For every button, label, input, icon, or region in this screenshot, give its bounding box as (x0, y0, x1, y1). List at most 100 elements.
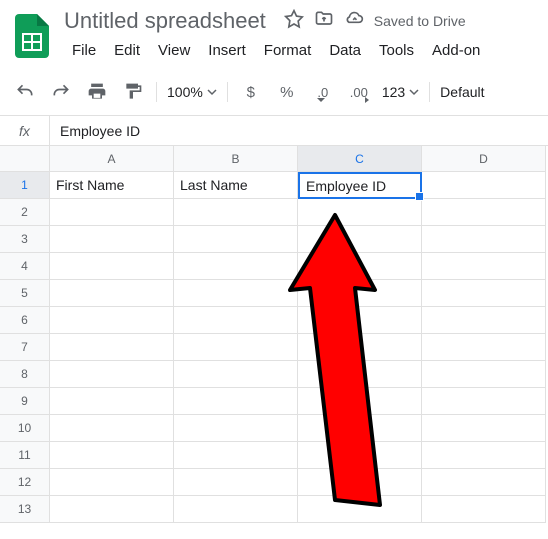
cell-C9[interactable] (298, 388, 422, 415)
row-header-12[interactable]: 12 (0, 469, 50, 496)
cell-D8[interactable] (422, 361, 546, 388)
row-7: 7 (0, 334, 548, 361)
cell-A2[interactable] (50, 199, 174, 226)
menu-data[interactable]: Data (321, 38, 369, 63)
row-header-3[interactable]: 3 (0, 226, 50, 253)
cell-A5[interactable] (50, 280, 174, 307)
row-header-8[interactable]: 8 (0, 361, 50, 388)
column-header-C[interactable]: C (298, 146, 422, 172)
cell-C5[interactable] (298, 280, 422, 307)
cell-C2[interactable] (298, 199, 422, 226)
cell-D7[interactable] (422, 334, 546, 361)
menu-insert[interactable]: Insert (200, 38, 254, 63)
cell-C13[interactable] (298, 496, 422, 523)
cell-C11[interactable] (298, 442, 422, 469)
move-icon[interactable] (314, 9, 334, 34)
cell-B7[interactable] (174, 334, 298, 361)
cell-A1[interactable]: First Name (50, 172, 174, 199)
row-header-10[interactable]: 10 (0, 415, 50, 442)
font-select[interactable]: Default (440, 84, 484, 100)
decrease-decimal-button[interactable]: .0 (310, 79, 336, 105)
cell-C10[interactable] (298, 415, 422, 442)
cell-A9[interactable] (50, 388, 174, 415)
cell-D1[interactable] (422, 172, 546, 199)
cell-D4[interactable] (422, 253, 546, 280)
cell-D12[interactable] (422, 469, 546, 496)
cell-D3[interactable] (422, 226, 546, 253)
cell-A3[interactable] (50, 226, 174, 253)
paint-format-icon[interactable] (120, 79, 146, 105)
menu-tools[interactable]: Tools (371, 38, 422, 63)
cell-B1[interactable]: Last Name (174, 172, 298, 199)
doc-title[interactable]: Untitled spreadsheet (64, 8, 266, 34)
formula-input[interactable]: Employee ID (50, 123, 548, 139)
row-header-2[interactable]: 2 (0, 199, 50, 226)
cell-B13[interactable] (174, 496, 298, 523)
column-header-A[interactable]: A (50, 146, 174, 172)
menu-addons[interactable]: Add-on (424, 38, 488, 63)
number-format-select[interactable]: 123 (382, 84, 419, 100)
menu-file[interactable]: File (64, 38, 104, 63)
menu-view[interactable]: View (150, 38, 198, 63)
cell-C1[interactable]: Employee ID (298, 172, 422, 199)
cell-B5[interactable] (174, 280, 298, 307)
doc-info: Untitled spreadsheet Saved to Drive File (64, 8, 536, 63)
cell-B12[interactable] (174, 469, 298, 496)
cell-A8[interactable] (50, 361, 174, 388)
percent-button[interactable]: % (274, 79, 300, 105)
currency-button[interactable]: $ (238, 79, 264, 105)
cell-C4[interactable] (298, 253, 422, 280)
cell-D13[interactable] (422, 496, 546, 523)
cell-D5[interactable] (422, 280, 546, 307)
cell-A13[interactable] (50, 496, 174, 523)
cell-A11[interactable] (50, 442, 174, 469)
redo-icon[interactable] (48, 79, 74, 105)
cell-C3[interactable] (298, 226, 422, 253)
column-header-D[interactable]: D (422, 146, 546, 172)
row-header-6[interactable]: 6 (0, 307, 50, 334)
cloud-icon[interactable] (344, 9, 364, 34)
row-header-5[interactable]: 5 (0, 280, 50, 307)
select-all-corner[interactable] (0, 146, 50, 172)
row-header-11[interactable]: 11 (0, 442, 50, 469)
zoom-value: 100% (167, 84, 203, 100)
cell-B3[interactable] (174, 226, 298, 253)
cell-D11[interactable] (422, 442, 546, 469)
cell-D10[interactable] (422, 415, 546, 442)
cell-C12[interactable] (298, 469, 422, 496)
cell-D6[interactable] (422, 307, 546, 334)
cell-B11[interactable] (174, 442, 298, 469)
cell-C6[interactable] (298, 307, 422, 334)
title-icons: Saved to Drive (284, 9, 466, 34)
row-header-1[interactable]: 1 (0, 172, 50, 199)
cell-D9[interactable] (422, 388, 546, 415)
zoom-select[interactable]: 100% (167, 84, 217, 100)
row-header-4[interactable]: 4 (0, 253, 50, 280)
cell-C7[interactable] (298, 334, 422, 361)
cell-D2[interactable] (422, 199, 546, 226)
cell-A12[interactable] (50, 469, 174, 496)
star-icon[interactable] (284, 9, 304, 34)
cell-A10[interactable] (50, 415, 174, 442)
print-icon[interactable] (84, 79, 110, 105)
cell-A6[interactable] (50, 307, 174, 334)
sheets-logo[interactable] (12, 16, 52, 56)
menu-format[interactable]: Format (256, 38, 320, 63)
cell-A4[interactable] (50, 253, 174, 280)
cell-A7[interactable] (50, 334, 174, 361)
cell-B6[interactable] (174, 307, 298, 334)
row-header-9[interactable]: 9 (0, 388, 50, 415)
undo-icon[interactable] (12, 79, 38, 105)
cell-B10[interactable] (174, 415, 298, 442)
row-header-7[interactable]: 7 (0, 334, 50, 361)
column-header-B[interactable]: B (174, 146, 298, 172)
menu-edit[interactable]: Edit (106, 38, 148, 63)
cell-B9[interactable] (174, 388, 298, 415)
cell-B2[interactable] (174, 199, 298, 226)
cell-B8[interactable] (174, 361, 298, 388)
increase-decimal-button[interactable]: .00 (346, 79, 372, 105)
separator (156, 82, 157, 102)
cell-B4[interactable] (174, 253, 298, 280)
row-header-13[interactable]: 13 (0, 496, 50, 523)
cell-C8[interactable] (298, 361, 422, 388)
